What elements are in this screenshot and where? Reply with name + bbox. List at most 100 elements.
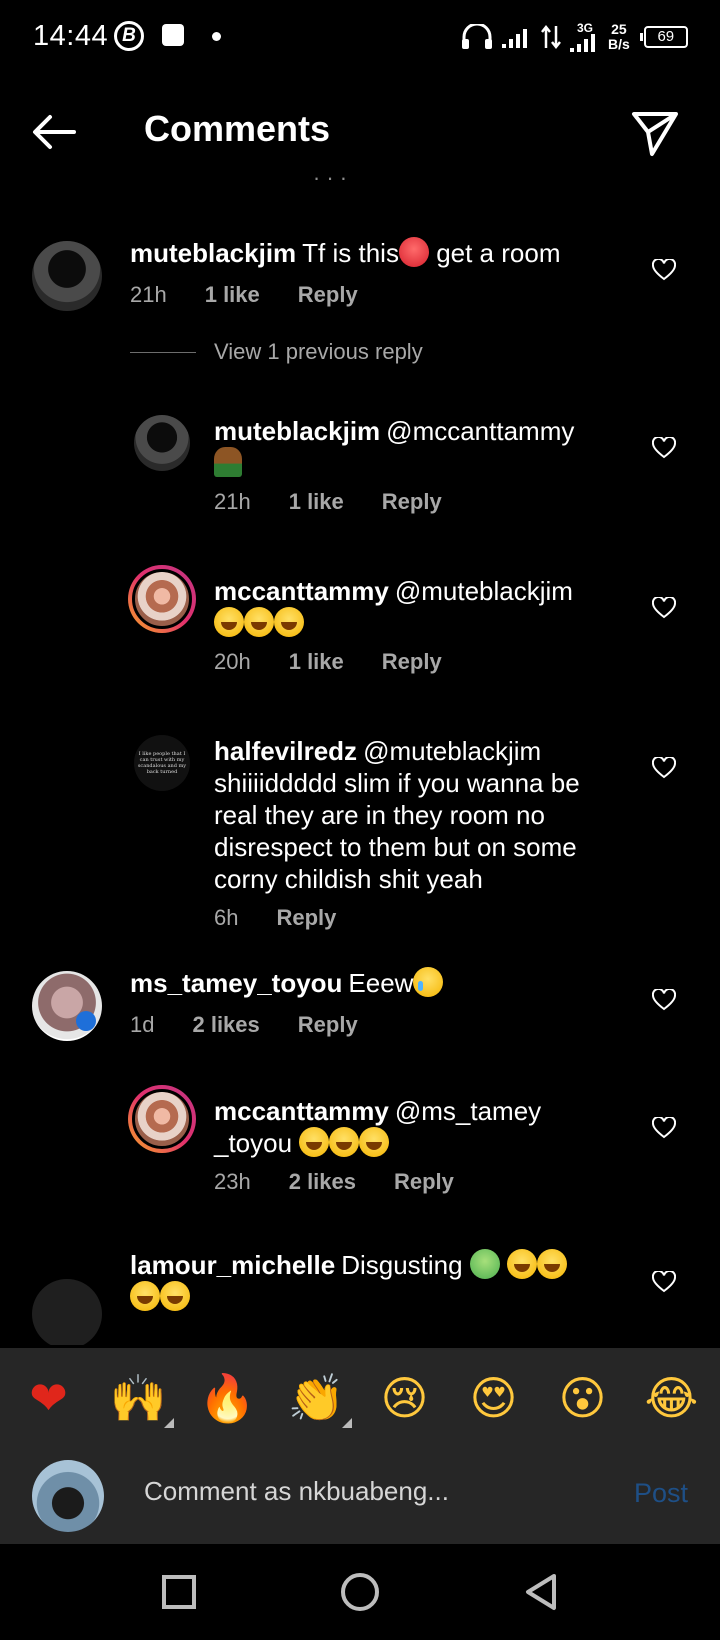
avatar[interactable]	[32, 1279, 102, 1345]
vaccine-badge-icon	[76, 1011, 96, 1031]
comment-composer: Comment as nkbuabeng... Post	[0, 1448, 720, 1544]
timestamp: 21h	[214, 489, 251, 514]
comment-content: @muteblackjim	[394, 576, 573, 606]
comment-input[interactable]: Comment as nkbuabeng...	[144, 1476, 449, 1507]
comment-meta: 21h 1 like Reply	[130, 282, 358, 308]
avatar[interactable]: I like people that I can trust with my s…	[134, 735, 190, 791]
username[interactable]: muteblackjim	[214, 416, 380, 446]
notification-square-icon	[162, 24, 184, 46]
signal-2-icon	[570, 34, 595, 52]
likes-count[interactable]: 1 like	[205, 282, 260, 308]
facepalm-emoji-icon	[214, 447, 242, 477]
timestamp: 23h	[214, 1169, 251, 1194]
network-speed: 25 B/s	[608, 22, 630, 52]
comment-meta: 21h 1 like Reply	[214, 489, 442, 515]
angry-emoji-icon	[398, 237, 429, 267]
reply-button[interactable]: Reply	[382, 649, 442, 675]
like-heart-icon[interactable]	[652, 1117, 676, 1139]
comment-text: ms_tamey_toyou Eeew	[130, 967, 630, 999]
timestamp: 21h	[130, 282, 167, 307]
avatar[interactable]	[32, 241, 102, 311]
view-previous-replies[interactable]: View 1 previous reply	[130, 339, 423, 365]
username[interactable]: halfevilredz	[214, 736, 357, 766]
raising-hands-emoji-icon: 🙌	[109, 1371, 167, 1425]
laughing-emoji-icon	[160, 1281, 190, 1311]
comment-text: mccanttammy @muteblackjim	[214, 575, 614, 639]
comment-content: Tf is this	[302, 238, 399, 268]
comment-content: Eeew	[348, 968, 414, 998]
likes-count[interactable]: 2 likes	[192, 1012, 259, 1038]
comment-content: @mccanttammy	[386, 416, 575, 446]
reply-button[interactable]: Reply	[382, 489, 442, 515]
like-heart-icon[interactable]	[652, 259, 676, 281]
username[interactable]: mccanttammy	[214, 576, 389, 606]
comment-list[interactable]: · · · muteblackjim Tf is this get a room …	[0, 175, 720, 1345]
surprised-face-emoji-button[interactable]: 😮	[555, 1370, 611, 1426]
timestamp: 1d	[130, 1012, 155, 1037]
comment-text: halfevilredz @muteblackjim shiiiiddddd sl…	[214, 735, 619, 895]
speed-value: 25	[611, 21, 627, 37]
likes-count[interactable]: 1 like	[289, 489, 344, 515]
clapping-hands-emoji-button[interactable]: 👏	[287, 1370, 352, 1428]
battery-icon: 69	[639, 26, 688, 48]
network-type: 3G	[570, 22, 600, 52]
comment-meta: 6h Reply	[214, 905, 336, 931]
tears-of-joy-emoji-button[interactable]: 😂	[644, 1370, 700, 1426]
username[interactable]: muteblackjim	[130, 238, 296, 268]
cut-off-text: · · ·	[312, 175, 348, 189]
username[interactable]: lamour_michelle	[130, 1250, 335, 1280]
post-button[interactable]: Post	[634, 1478, 688, 1509]
heart-eyes-emoji-button[interactable]: 😍	[466, 1370, 522, 1426]
share-send-icon[interactable]	[628, 106, 682, 160]
home-circle-icon[interactable]	[338, 1570, 382, 1614]
back-triangle-icon[interactable]	[520, 1570, 564, 1614]
like-heart-icon[interactable]	[652, 437, 676, 459]
likes-count[interactable]: 1 like	[289, 649, 344, 675]
like-heart-icon[interactable]	[652, 989, 676, 1011]
avatar-text: I like people that I can trust with my s…	[137, 751, 187, 775]
recent-apps-square-icon[interactable]	[157, 1570, 201, 1614]
view-previous-label[interactable]: View 1 previous reply	[214, 339, 423, 365]
crying-face-emoji-button[interactable]: 😢	[377, 1370, 433, 1426]
comment-text: lamour_michelle Disgusting	[130, 1249, 630, 1313]
avatar[interactable]	[128, 1085, 196, 1153]
like-heart-icon[interactable]	[652, 1271, 676, 1293]
avatar[interactable]	[128, 565, 196, 633]
avatar[interactable]	[134, 415, 190, 471]
back-arrow-icon[interactable]	[28, 108, 84, 156]
avatar[interactable]	[32, 971, 102, 1041]
comment-content: Disgusting	[341, 1250, 463, 1280]
skin-tone-indicator-icon	[341, 1418, 352, 1428]
comment-meta: 1d 2 likes Reply	[130, 1012, 358, 1038]
raising-hands-emoji-button[interactable]: 🙌	[109, 1370, 174, 1428]
laughing-emoji-icon	[130, 1281, 160, 1311]
system-nav-bar	[0, 1544, 720, 1640]
fire-emoji-button[interactable]: 🔥	[199, 1370, 256, 1426]
reply-button[interactable]: Reply	[298, 282, 358, 308]
comment-text: muteblackjim @mccanttammy	[214, 415, 614, 479]
notification-dot-icon	[212, 32, 221, 41]
sick-emoji-icon	[469, 1249, 500, 1279]
laughing-emoji-icon	[214, 607, 244, 637]
clapping-hands-emoji-icon: 👏	[287, 1371, 345, 1425]
username[interactable]: mccanttammy	[214, 1096, 389, 1126]
crying-emoji-icon	[413, 967, 444, 997]
like-heart-icon[interactable]	[652, 757, 676, 779]
likes-count[interactable]: 2 likes	[289, 1169, 356, 1195]
like-heart-icon[interactable]	[652, 597, 676, 619]
data-arrows-icon	[541, 24, 561, 50]
comment-text: muteblackjim Tf is this get a room	[130, 237, 630, 269]
divider	[130, 351, 196, 353]
signal-icon	[502, 29, 527, 48]
reply-button[interactable]: Reply	[394, 1169, 454, 1195]
timestamp: 20h	[214, 649, 251, 674]
laughing-emoji-icon	[299, 1127, 330, 1157]
reply-button[interactable]: Reply	[298, 1012, 358, 1038]
status-bar: 14:44 B 3G 25 B/s 69	[0, 0, 720, 72]
status-right-cluster: 3G 25 B/s 69	[460, 20, 688, 54]
emoji-quick-bar: ❤ 🙌 🔥 👏 😢 😍 😮 😂	[0, 1348, 720, 1448]
speed-unit: B/s	[608, 36, 630, 52]
red-heart-emoji-button[interactable]: ❤	[21, 1370, 77, 1426]
reply-button[interactable]: Reply	[276, 905, 336, 931]
username[interactable]: ms_tamey_toyou	[130, 968, 342, 998]
